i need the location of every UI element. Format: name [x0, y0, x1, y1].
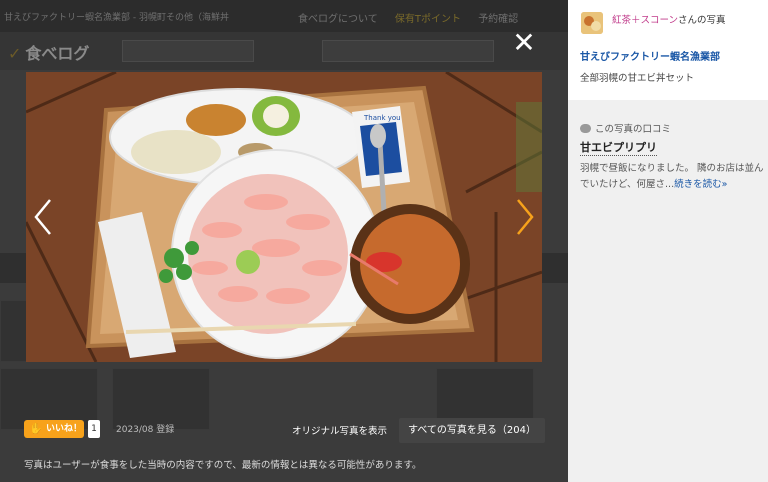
background-link-reservation: 予約確認	[478, 14, 519, 25]
background-link-about: 食べログについて	[298, 14, 378, 25]
registered-date: 2023/08 登録	[116, 425, 175, 435]
review-heading: この写真の口コミ	[580, 121, 671, 135]
background-search-field	[122, 40, 254, 62]
background-search-field-2	[322, 40, 494, 62]
all-photos-button[interactable]: すべての写真を見る（204）	[399, 418, 545, 443]
user-name-link[interactable]: 紅茶＋スコーン	[612, 15, 678, 26]
photo-notice: 写真はユーザーが食事をした当時の内容ですので、最新の情報とは異なる可能性がありま…	[24, 460, 422, 471]
prev-photo-button[interactable]	[30, 192, 60, 242]
chevron-right-icon	[517, 199, 534, 235]
photo-by-line: 紅茶＋スコーンさんの写真	[612, 12, 726, 26]
background-link-points: 保有Tポイント	[394, 14, 461, 25]
background-logo: ✓ 食べログ	[8, 44, 90, 63]
close-icon[interactable]: ✕	[512, 29, 536, 57]
dish-name: 全部羽幌の甘エビ丼セット	[580, 73, 695, 84]
background-header-links: 食べログについて 保有Tポイント 予約確認	[298, 10, 532, 25]
like-label: いいね！	[46, 424, 83, 434]
read-more-link[interactable]: 続きを読む»	[674, 179, 727, 190]
photo-info-bar: ✋ いいね！ 1 2023/08 登録 オリジナル写真を表示 すべての写真を見る…	[0, 410, 568, 482]
review-excerpt: 羽幌で昼飯になりました。 隣のお店は並んでいたけど、何屋さ...続きを読む»	[580, 161, 765, 193]
next-photo-button[interactable]	[510, 192, 540, 242]
like-count: 1	[88, 420, 100, 438]
food-photo: Thank you	[26, 72, 542, 362]
show-original-link[interactable]: オリジナル写真を表示	[292, 423, 387, 437]
chevron-left-icon	[34, 199, 51, 235]
background-breadcrumb: 甘えびファクトリー蝦名漁業部 - 羽幌町その他（海鮮丼	[4, 13, 229, 23]
like-button[interactable]: ✋ いいね！	[24, 420, 84, 438]
avatar[interactable]	[581, 12, 603, 34]
background-topbar: 甘えびファクトリー蝦名漁業部 - 羽幌町その他（海鮮丼 食べログについて 保有T…	[0, 0, 568, 32]
review-title-link[interactable]: 甘エビプリプリ	[580, 139, 657, 156]
shop-name-link[interactable]: 甘えびファクトリー蝦名漁業部	[580, 48, 720, 63]
speech-bubble-icon	[580, 124, 591, 133]
thumbs-up-icon: ✋	[29, 422, 43, 435]
photo-by-suffix: さんの写真	[678, 15, 726, 26]
sidebar-review-area	[568, 100, 768, 482]
review-excerpt-text: 羽幌で昼飯になりました。 隣のお店は並んでいたけど、何屋さ...	[580, 163, 764, 190]
photo-card-text: Thank you	[364, 114, 401, 122]
